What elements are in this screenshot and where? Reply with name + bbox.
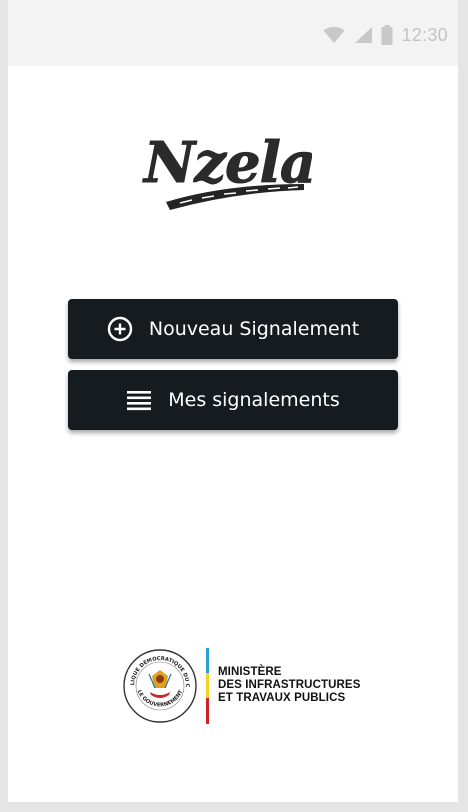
- government-seal: RÉPUBLIQUE DÉMOCRATIQUE DU CONGO LE GOUV…: [122, 648, 197, 723]
- new-report-button[interactable]: Nouveau Signalement: [68, 299, 398, 359]
- ministry-name: MINISTÈRE DES INFRASTRUCTURES ET TRAVAUX…: [218, 666, 360, 705]
- plus-circle-icon: [107, 316, 133, 342]
- new-report-label: Nouveau Signalement: [148, 318, 360, 340]
- ministry-line-3: ET TRAVAUX PUBLICS: [218, 692, 346, 704]
- ministry-footer: RÉPUBLIQUE DÉMOCRATIQUE DU CONGO LE GOUV…: [122, 644, 362, 728]
- list-icon: [126, 389, 152, 411]
- flag-color-bar: [206, 648, 209, 724]
- signal-icon: [355, 27, 373, 43]
- my-reports-label: Mes signalements: [168, 389, 340, 411]
- wifi-icon: [323, 26, 345, 43]
- status-time: 12:30: [401, 24, 448, 45]
- status-icons: 12:30: [323, 24, 448, 46]
- ministry-line-1: MINISTÈRE: [218, 666, 282, 678]
- battery-icon: [381, 25, 393, 45]
- my-reports-button[interactable]: Mes signalements: [68, 370, 398, 430]
- app-screen: 12:30 Nzela Nouveau Signalement Mes sign…: [8, 0, 458, 802]
- app-logo: Nzela: [136, 118, 317, 214]
- logo-text: Nzela: [142, 130, 312, 196]
- status-bar: 12:30: [8, 0, 458, 66]
- nzela-logo: Nzela: [142, 130, 317, 210]
- ministry-line-2: DES INFRASTRUCTURES: [218, 679, 361, 691]
